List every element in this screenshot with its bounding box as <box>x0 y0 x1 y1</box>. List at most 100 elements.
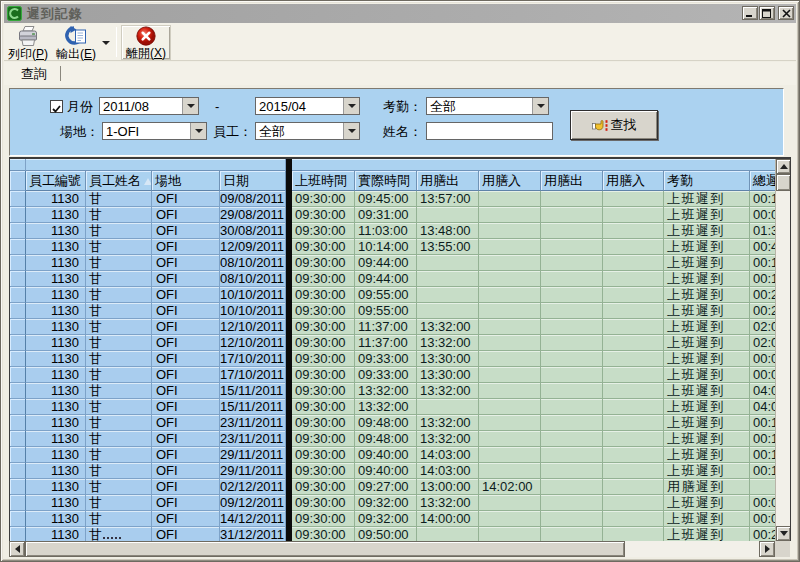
month-checkbox[interactable] <box>50 100 63 113</box>
cell[interactable]: 1130 <box>26 207 86 223</box>
cell[interactable]: 1130 <box>26 303 86 319</box>
cell[interactable]: 09:30:00 <box>292 335 355 351</box>
row-header[interactable] <box>10 319 26 335</box>
cell[interactable] <box>541 207 603 223</box>
cell[interactable]: 上班遲到 <box>664 271 750 287</box>
row-header[interactable] <box>10 479 26 495</box>
cell[interactable]: 09/12/2011 <box>220 495 286 511</box>
cell[interactable] <box>479 367 541 383</box>
cell[interactable]: 29/11/2011 <box>220 447 286 463</box>
cell[interactable] <box>603 287 664 303</box>
cell[interactable] <box>479 239 541 255</box>
horizontal-scrollbar[interactable] <box>9 541 775 557</box>
cell[interactable] <box>417 399 479 415</box>
table-row[interactable]: 1130甘OFI08/10/201109:30:0009:44:00上班遲到00… <box>10 271 790 287</box>
cell[interactable] <box>479 431 541 447</box>
horizontal-scroll-thumb[interactable] <box>25 541 625 557</box>
cell[interactable]: OFI <box>152 319 220 335</box>
cell[interactable]: 1130 <box>26 479 86 495</box>
cell[interactable]: 13:57:00 <box>417 191 479 207</box>
cell[interactable]: 13:32:00 <box>355 399 417 415</box>
vertical-scrollbar[interactable] <box>775 159 790 541</box>
cell[interactable]: 1130 <box>26 191 86 207</box>
cell[interactable]: OFI <box>152 303 220 319</box>
cell[interactable]: 上班遲到 <box>664 207 750 223</box>
cell[interactable] <box>479 399 541 415</box>
cell[interactable]: 上班遲到 <box>664 223 750 239</box>
row-header[interactable] <box>10 239 26 255</box>
cell[interactable]: 09:33:00 <box>355 367 417 383</box>
month-from-dropdown[interactable] <box>182 98 198 114</box>
month-to-select[interactable]: 2015/04 <box>255 97 360 115</box>
scroll-up-button[interactable] <box>776 159 791 174</box>
attendance-select[interactable]: 全部 <box>426 97 549 115</box>
cell[interactable]: 17/10/2011 <box>220 367 286 383</box>
cell[interactable]: 甘 <box>86 287 152 303</box>
cell[interactable]: 09:40:00 <box>355 463 417 479</box>
cell[interactable] <box>479 511 541 527</box>
cell[interactable]: 1130 <box>26 495 86 511</box>
cell[interactable]: 08/10/2011 <box>220 255 286 271</box>
cell[interactable]: 13:32:00 <box>417 319 479 335</box>
column-header[interactable]: 用膳入 <box>603 171 664 191</box>
cell[interactable]: 09:30:00 <box>292 431 355 447</box>
table-row[interactable]: 1130甘OFI31/12/201109:30:0009:50:00上班遲到00… <box>10 527 790 541</box>
cell[interactable]: 09:30:00 <box>292 351 355 367</box>
row-header[interactable] <box>10 255 26 271</box>
cell[interactable]: 1130 <box>26 415 86 431</box>
cell[interactable]: 13:32:00 <box>417 383 479 399</box>
table-row[interactable]: 1130甘OFI23/11/201109:30:0009:48:0013:32:… <box>10 431 790 447</box>
cell[interactable] <box>541 479 603 495</box>
cell[interactable]: 09:30:00 <box>292 383 355 399</box>
cell[interactable]: OFI <box>152 335 220 351</box>
cell[interactable] <box>603 431 664 447</box>
cell[interactable]: 13:48:00 <box>417 223 479 239</box>
export-dropdown-arrow[interactable] <box>100 25 112 60</box>
cell[interactable]: 上班遲到 <box>664 463 750 479</box>
cell[interactable]: OFI <box>152 479 220 495</box>
column-header[interactable]: 上班時間 <box>292 171 355 191</box>
cell[interactable]: 甘 <box>86 319 152 335</box>
row-header[interactable] <box>10 191 26 207</box>
cell[interactable]: OFI <box>152 367 220 383</box>
attendance-dropdown[interactable] <box>532 98 548 114</box>
employee-select[interactable]: 全部 <box>255 122 360 140</box>
row-header[interactable] <box>10 367 26 383</box>
row-header[interactable] <box>10 335 26 351</box>
cell[interactable]: 上班遲到 <box>664 287 750 303</box>
cell[interactable] <box>479 271 541 287</box>
table-row[interactable]: 1130甘OFI10/10/201109:30:0009:55:00上班遲到00… <box>10 287 790 303</box>
cell[interactable]: OFI <box>152 351 220 367</box>
cell[interactable] <box>603 383 664 399</box>
cell[interactable]: 11:37:00 <box>355 335 417 351</box>
cell[interactable]: 09:30:00 <box>292 463 355 479</box>
cell[interactable] <box>541 399 603 415</box>
cell[interactable]: 上班遲到 <box>664 527 750 541</box>
exit-button[interactable]: 離開(X) <box>121 25 171 60</box>
cell[interactable] <box>541 223 603 239</box>
cell[interactable]: 09:44:00 <box>355 255 417 271</box>
cell[interactable] <box>417 527 479 541</box>
cell[interactable] <box>603 527 664 541</box>
cell[interactable]: 09:32:00 <box>355 495 417 511</box>
cell[interactable] <box>541 367 603 383</box>
cell[interactable]: 甘 <box>86 463 152 479</box>
cell[interactable] <box>541 303 603 319</box>
cell[interactable] <box>603 511 664 527</box>
cell[interactable]: 甘 <box>86 431 152 447</box>
cell[interactable]: 09:30:00 <box>292 527 355 541</box>
cell[interactable]: 甘 <box>86 335 152 351</box>
cell[interactable] <box>603 271 664 287</box>
cell[interactable]: 1130 <box>26 223 86 239</box>
cell[interactable]: 13:30:00 <box>417 351 479 367</box>
cell[interactable]: 09:48:00 <box>355 415 417 431</box>
cell[interactable]: 09:27:00 <box>355 479 417 495</box>
export-button[interactable]: 輸出(E) <box>52 25 100 60</box>
cell[interactable] <box>541 511 603 527</box>
cell[interactable]: 1130 <box>26 255 86 271</box>
cell[interactable]: 14:02:00 <box>479 479 541 495</box>
cell[interactable]: 09:30:00 <box>292 415 355 431</box>
cell[interactable]: 上班遲到 <box>664 335 750 351</box>
month-from-select[interactable]: 2011/08 <box>99 97 199 115</box>
table-row[interactable]: 1130甘OFI14/12/201109:30:0009:32:0014:00:… <box>10 511 790 527</box>
